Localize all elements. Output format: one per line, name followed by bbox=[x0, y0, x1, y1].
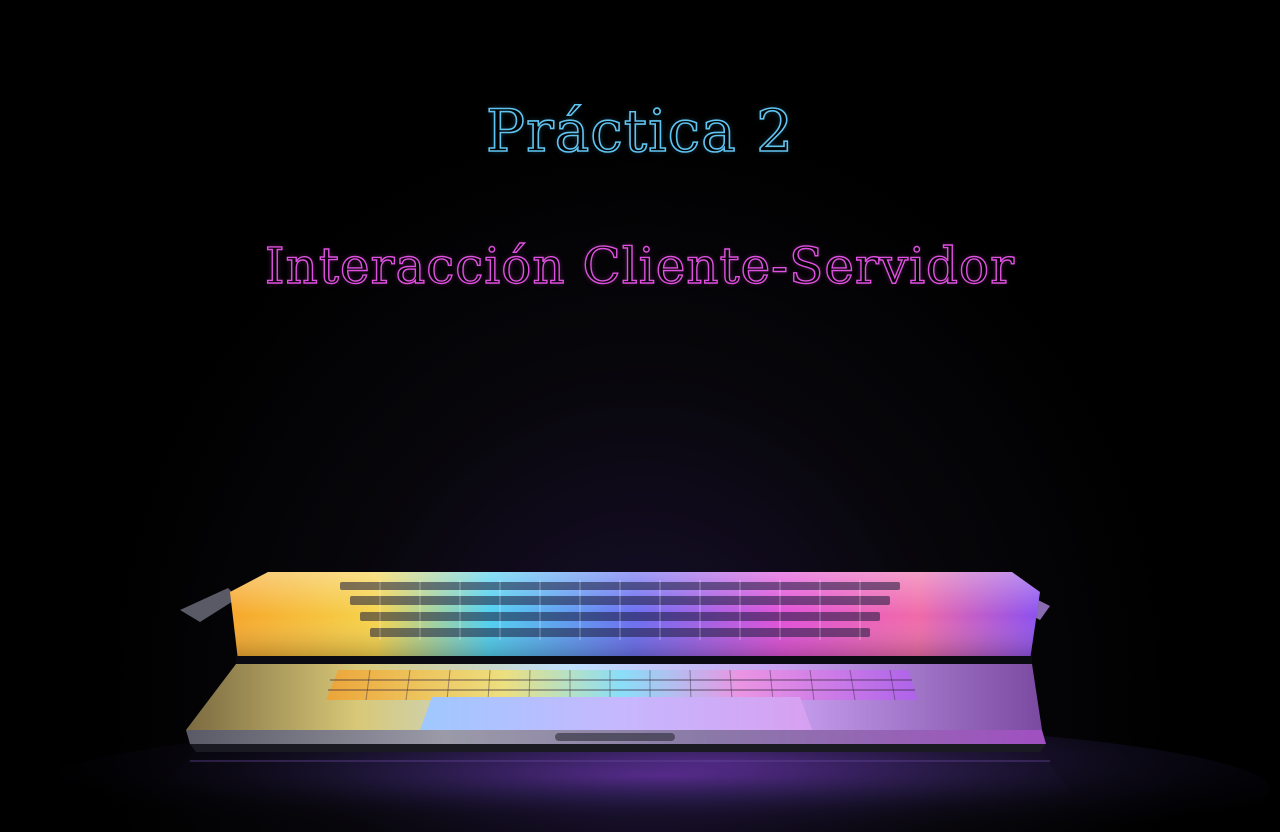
slide-canvas: Práctica 2 Interacción Cliente-Servidor bbox=[0, 0, 1280, 832]
slide-subtitle: Interacción Cliente-Servidor bbox=[264, 236, 1016, 295]
slide-title: Práctica 2 bbox=[485, 96, 795, 166]
